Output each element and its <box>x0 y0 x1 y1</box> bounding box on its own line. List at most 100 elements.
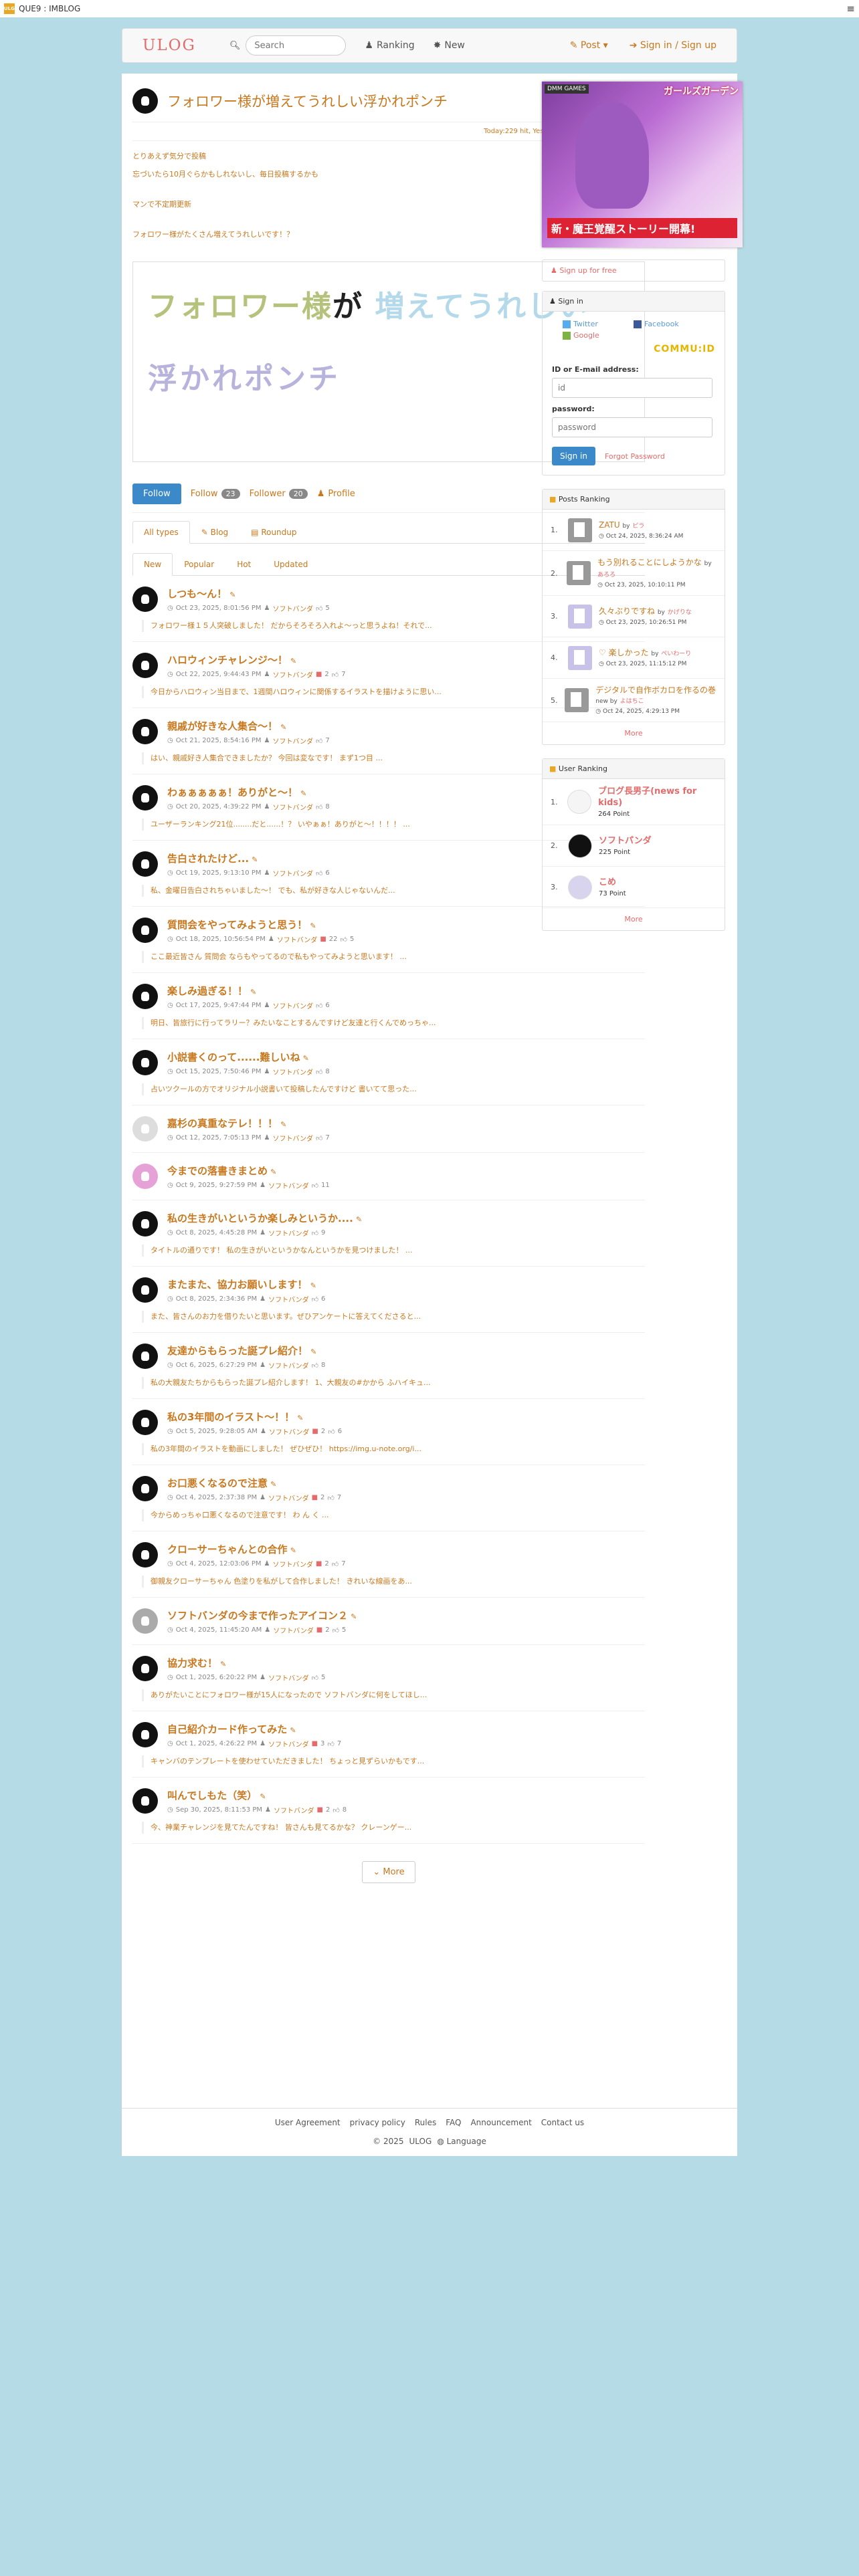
ranking-title[interactable]: 久々ぶりですね <box>599 607 655 616</box>
brand-logo[interactable]: ULOG <box>142 37 196 54</box>
facebook-login[interactable]: Facebook <box>634 320 704 328</box>
footer-brand[interactable]: ULOG <box>409 2137 432 2146</box>
post-excerpt[interactable]: 今からめっちゃ口悪くなるので注意です！ わ ん く ... <box>142 1509 645 1521</box>
post-author[interactable]: ソフトバンダ <box>277 934 318 944</box>
post-author[interactable]: ソフトバンダ <box>272 1133 313 1143</box>
post-excerpt[interactable]: タイトルの通りです！ 私の生きがいというかなんというかを見つけました！ ... <box>142 1245 645 1257</box>
user-ranking-item[interactable]: 3. こめ 73 Point <box>543 867 725 908</box>
footer-link-contact[interactable]: Contact us <box>541 2118 584 2127</box>
search-icon[interactable]: 🔍︎ <box>229 41 241 51</box>
follow-button[interactable]: Follow <box>132 484 181 504</box>
tab-hot[interactable]: Hot <box>225 553 262 576</box>
ranking-title[interactable]: ♡ 楽しかった <box>599 648 649 657</box>
forgot-password-link[interactable]: Forgot Password <box>605 452 665 461</box>
post-excerpt[interactable]: キャンバのテンプレートを使わせていただきました！ ちょっと見ずらいかもです... <box>142 1755 645 1767</box>
ranking-author[interactable]: あろろ <box>597 572 615 578</box>
post-author[interactable]: ソフトバンダ <box>268 1228 309 1238</box>
post-author[interactable]: ソフトバンダ <box>272 603 313 613</box>
profile-link[interactable]: ♟ Profile <box>317 489 355 499</box>
post-avatar[interactable] <box>132 1656 158 1681</box>
post-avatar[interactable] <box>132 984 158 1009</box>
post-excerpt[interactable]: 私の3年間のイラストを動画にしました！ ぜひぜひ！ https://img.u-… <box>142 1443 645 1455</box>
post-excerpt[interactable]: また、皆さんのお力を借りたいと思います。ぜひアンケートに答えてくださると... <box>142 1311 645 1323</box>
commu-id-login[interactable]: COMMU:ID <box>543 342 725 354</box>
user-name[interactable]: ブログ長男子(news for kids) <box>598 786 696 808</box>
post-avatar[interactable] <box>132 1116 158 1142</box>
post-excerpt[interactable]: 今、神業チャレンジを見てたんですね！ 皆さんも見てるかな？ クレーンゲー... <box>142 1822 645 1834</box>
footer-link-user-agreement[interactable]: User Agreement <box>275 2118 341 2127</box>
post-author[interactable]: ソフトバンダ <box>272 802 313 812</box>
ranking-author[interactable]: かげりな <box>668 609 692 616</box>
post-title[interactable]: 友達からもらった誕プレ紹介！ <box>167 1345 308 1357</box>
post-title[interactable]: 小説書くのって......難しいね <box>167 1051 300 1063</box>
post-avatar[interactable] <box>132 1608 158 1634</box>
tab-roundup[interactable]: ▤ Roundup <box>240 521 308 544</box>
post-author[interactable]: ソフトバンダ <box>272 1000 313 1010</box>
ad-banner[interactable]: DMM GAMES ガールズガーデン 新・魔王覚醒ストーリー開幕! <box>542 82 743 247</box>
post-author[interactable]: ソフトバンダ <box>268 1739 309 1749</box>
post-avatar[interactable] <box>132 1277 158 1303</box>
post-author[interactable]: ソフトバンダ <box>268 1294 309 1304</box>
post-author[interactable]: ソフトバンダ <box>268 1360 309 1370</box>
post-title[interactable]: お口悪くなるので注意 <box>167 1477 268 1489</box>
tab-new[interactable]: New <box>132 553 173 576</box>
post-avatar[interactable] <box>132 1410 158 1435</box>
ranking-item[interactable]: 3. 久々ぶりですね by かげりな ◷ Oct 23, 2025, 10:26:5… <box>543 596 725 637</box>
language-selector[interactable]: ◍ Language <box>437 2137 486 2146</box>
post-avatar[interactable] <box>132 851 158 877</box>
signin-button[interactable]: Sign in <box>552 447 595 465</box>
signup-link[interactable]: ♟ Sign up for free <box>542 259 725 282</box>
post-author[interactable]: ソフトバンダ <box>268 1180 309 1190</box>
post-title[interactable]: 告白されたけど... <box>167 853 249 865</box>
ranking-item[interactable]: 2. もう別れることにしようかな by あろろ ◷ Oct 23, 2025, 10… <box>543 551 725 596</box>
ranking-author[interactable]: よはちこ <box>620 698 644 705</box>
nav-post-dropdown[interactable]: ✎ Post ▾ <box>570 40 608 51</box>
password-field[interactable] <box>552 417 712 437</box>
post-title[interactable]: 協力求む！ <box>167 1657 217 1669</box>
post-title[interactable]: クローサーちゃんとの合作 <box>167 1543 288 1555</box>
post-author[interactable]: ソフトバンダ <box>269 1426 310 1436</box>
post-excerpt[interactable]: 私の大親友たちからもらった誕プレ紹介します！ 1、大親友の#かから ふハイキュ.… <box>142 1377 645 1389</box>
post-avatar[interactable] <box>132 1344 158 1369</box>
post-author[interactable]: ソフトバンダ <box>272 669 313 679</box>
post-title[interactable]: 親戚が好きな人集合〜！ <box>167 720 278 732</box>
post-avatar[interactable] <box>132 1476 158 1501</box>
post-title[interactable]: 叫んでしもた（笑） <box>167 1790 257 1802</box>
post-avatar[interactable] <box>132 653 158 678</box>
user-avatar[interactable] <box>568 875 592 899</box>
post-author[interactable]: ソフトバンダ <box>273 1625 314 1635</box>
ranking-item[interactable]: 5. デジタルで自作ボカロを作るの巻 new by よはちこ ◷ Oct 24, 2… <box>543 679 725 722</box>
menu-icon[interactable]: ≡ <box>846 3 855 15</box>
ranking-item[interactable]: 4. ♡ 楽しかった by ぺいわーり ◷ Oct 23, 2025, 11:15:… <box>543 637 725 679</box>
post-excerpt[interactable]: 明日、皆旅行に行ってラリー？みたいなことするんですけど友達と行くんでめっちゃ..… <box>142 1017 645 1029</box>
post-avatar[interactable] <box>132 918 158 943</box>
tab-blog[interactable]: ✎ Blog <box>190 521 240 544</box>
footer-link-faq[interactable]: FAQ <box>446 2118 461 2127</box>
post-title[interactable]: ソフトバンダの今まで作ったアイコン２ <box>167 1610 348 1622</box>
post-title[interactable]: ハロウィンチャレンジ〜！ <box>167 654 288 666</box>
nav-signin[interactable]: ➔ Sign in / Sign up <box>630 40 717 51</box>
ranking-author[interactable]: ぺいわーり <box>661 651 691 657</box>
post-excerpt[interactable]: ここ最近皆さん 質問会 ならもやってるので私もやってみようと思います！ ... <box>142 951 645 963</box>
post-author[interactable]: ソフトバンダ <box>272 736 313 746</box>
ranking-title[interactable]: ZATU <box>599 520 620 530</box>
post-avatar[interactable] <box>132 719 158 744</box>
post-title[interactable]: 自己紹介カード作ってみた <box>167 1723 287 1735</box>
tab-popular[interactable]: Popular <box>173 553 225 576</box>
post-avatar[interactable] <box>132 586 158 612</box>
post-title[interactable]: またまた、協力お願いします！ <box>167 1279 308 1291</box>
post-author[interactable]: ソフトバンダ <box>272 1067 313 1077</box>
user-ranking-more[interactable]: More <box>543 908 725 930</box>
nav-ranking[interactable]: ♟ Ranking <box>365 40 414 51</box>
avatar[interactable] <box>132 88 158 114</box>
twitter-login[interactable]: Twitter <box>563 320 634 328</box>
post-excerpt[interactable]: ありがたいことにフォロワー様が15人になったので ソフトバンダに何をしてほし..… <box>142 1689 645 1701</box>
search-input[interactable] <box>246 35 347 56</box>
follower-link[interactable]: Follower 20 <box>250 489 308 499</box>
post-author[interactable]: ソフトバンダ <box>272 868 313 878</box>
post-avatar[interactable] <box>132 1164 158 1189</box>
post-title[interactable]: 嘉杉の真重なテレ！！！ <box>167 1117 278 1130</box>
user-avatar[interactable] <box>567 790 592 814</box>
post-author[interactable]: ソフトバンダ <box>272 1559 313 1569</box>
tab-updated[interactable]: Updated <box>262 553 319 576</box>
